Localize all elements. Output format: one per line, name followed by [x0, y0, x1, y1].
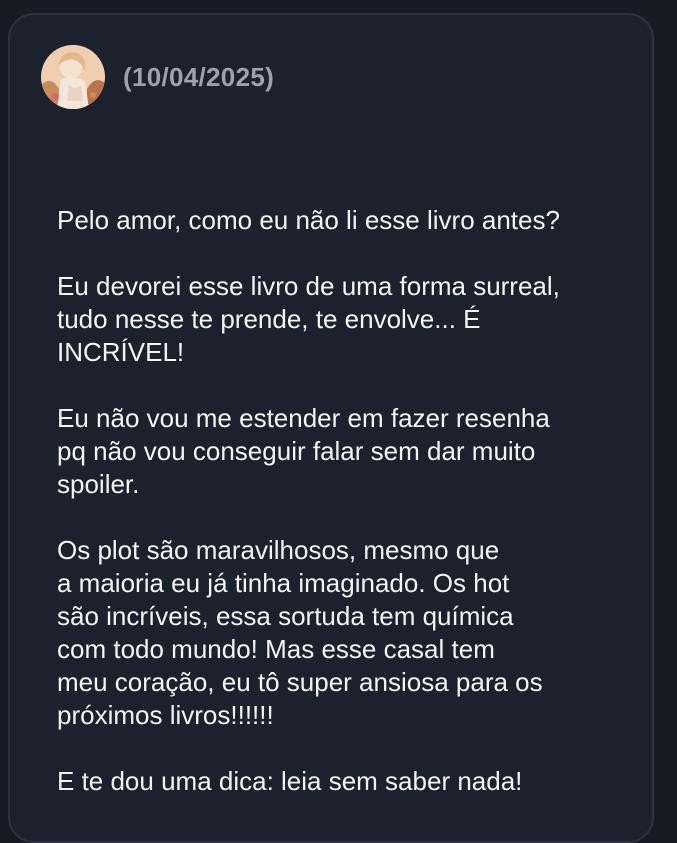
review-paragraph: E te dou uma dica: leia sem saber nada! [57, 765, 637, 798]
review-paragraph: Eu não vou me estender em fazer resenha p… [57, 402, 637, 501]
review-paragraph: Eu devorei esse livro de uma forma surre… [57, 270, 637, 369]
review-date: (10/04/2025) [123, 61, 275, 92]
review-text-line: a maioria eu já tinha imaginado. Os hot [57, 568, 510, 598]
review-text-line: próximos livros!!!!!! [57, 700, 274, 730]
review-card: (10/04/2025) Pelo amor, como eu não li e… [8, 13, 654, 843]
user-avatar[interactable] [41, 45, 105, 109]
review-text-line: E te dou uma dica: leia sem saber nada! [57, 766, 523, 796]
avatar-illustration-icon [41, 45, 105, 109]
review-text-line: são incríveis, essa sortuda tem química [57, 601, 514, 631]
review-text-line: INCRÍVEL! [57, 337, 185, 367]
review-text-line: Os plot são maravilhosos, mesmo que [57, 535, 500, 565]
review-paragraph: Pelo amor, como eu não li esse livro ant… [57, 204, 637, 237]
review-text-line: Eu não vou me estender em fazer resenha [57, 403, 550, 433]
review-paragraph: Os plot são maravilhosos, mesmo que a mai… [57, 534, 637, 732]
review-text-line: tudo nesse te prende, te envolve... É [57, 304, 481, 334]
review-text-line: com todo mundo! Mas esse casal tem [57, 634, 495, 664]
review-text-line: meu coração, eu tô super ansiosa para os [57, 667, 543, 697]
review-body: Pelo amor, como eu não li esse livro ant… [57, 204, 637, 798]
review-header: (10/04/2025) [41, 45, 274, 109]
review-text-line: pq não vou conseguir falar sem dar muito [57, 436, 536, 466]
review-text-line: Eu devorei esse livro de uma forma surre… [57, 271, 560, 301]
review-text-line: Pelo amor, como eu não li esse livro ant… [57, 205, 560, 235]
review-text-line: spoiler. [57, 469, 140, 499]
